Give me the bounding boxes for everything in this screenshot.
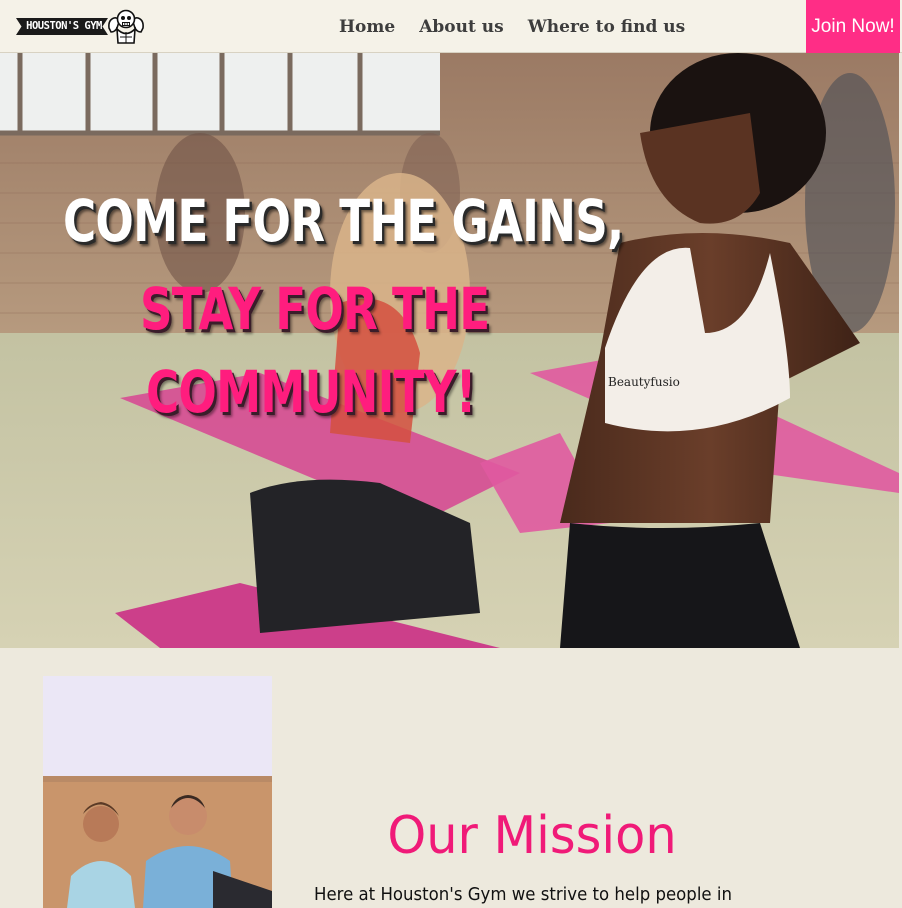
nav-home[interactable]: Home: [339, 17, 395, 37]
nav-about-us[interactable]: About us: [419, 17, 503, 37]
mission-photo: [43, 676, 272, 908]
navbar: HOUSTON'S GYM Home About us Where to fin…: [0, 0, 902, 53]
hero-headline-line2: STAY FOR THE: [140, 275, 490, 343]
logo-text: HOUSTON'S GYM: [26, 20, 102, 32]
hero-photo: Beautyfusio: [0, 53, 899, 648]
hero-headline-line1: COME FOR THE GAINS,: [63, 187, 624, 255]
hero-headline-line3: COMMUNITY!: [146, 358, 476, 426]
mission-title: Our Mission: [387, 806, 677, 866]
mission-section: Our Mission Here at Houston's Gym we str…: [0, 648, 902, 908]
gym-logo[interactable]: HOUSTON'S GYM: [16, 8, 148, 46]
mission-text: Here at Houston's Gym we strive to help …: [314, 884, 732, 905]
nav-where-to-find-us[interactable]: Where to find us: [528, 17, 686, 37]
join-now-button[interactable]: Join Now!: [806, 0, 900, 53]
muscle-skull-icon: [108, 9, 144, 44]
hero-section: Beautyfusio COME FOR THE GAINS, STAY FOR…: [0, 53, 899, 648]
svg-text:Beautyfusio: Beautyfusio: [608, 375, 680, 389]
nav-links: Home About us Where to find us: [339, 0, 685, 53]
